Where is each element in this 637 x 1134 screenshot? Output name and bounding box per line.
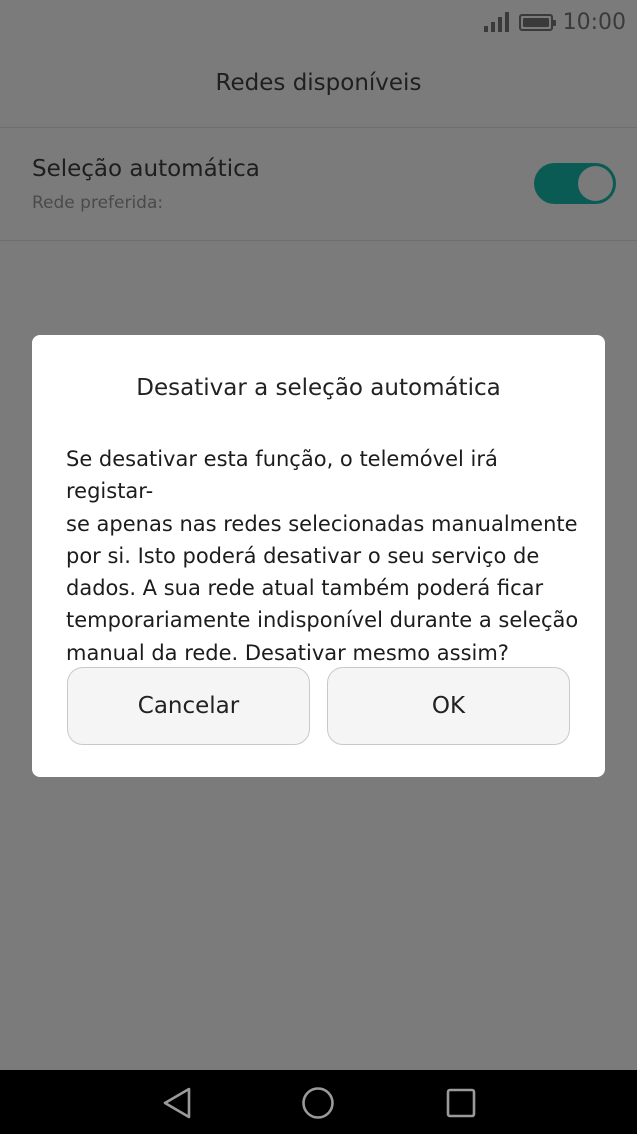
confirm-dialog: Desativar a seleção automática Se desati…: [32, 335, 605, 777]
dialog-message-line: por si. Isto poderá desativar o seu serv…: [66, 543, 540, 568]
page-title: Redes disponíveis: [215, 70, 422, 96]
recent-apps-icon[interactable]: [444, 1086, 478, 1120]
dialog-message-line: manual da rede. Desativar mesmo assim?: [66, 640, 509, 665]
dialog-message: Se desativar esta função, o telemóvel ir…: [66, 443, 581, 669]
status-icons: 10:00: [483, 9, 626, 35]
dialog-message-line: temporariamente indisponível durante a s…: [66, 608, 579, 633]
divider: [0, 240, 637, 241]
divider: [0, 127, 637, 128]
dialog-message-line: dados. A sua rede atual também poderá fi…: [66, 576, 544, 601]
clock: 10:00: [562, 9, 626, 35]
dialog-message-line: se apenas nas redes selecionadas manualm…: [66, 511, 578, 536]
auto-select-toggle[interactable]: [534, 163, 616, 204]
battery-icon: [518, 13, 556, 31]
navigation-bar: [0, 1070, 637, 1134]
cancel-button[interactable]: Cancelar: [67, 667, 310, 745]
signal-icon: [483, 12, 509, 32]
dialog-message-line: Se desativar esta função, o telemóvel ir…: [66, 447, 498, 504]
status-bar: 10:00: [0, 0, 637, 46]
back-icon[interactable]: [160, 1086, 194, 1120]
ok-button[interactable]: OK: [327, 667, 570, 745]
dialog-title: Desativar a seleção automática: [136, 375, 501, 401]
toggle-knob: [578, 166, 613, 201]
home-icon[interactable]: [301, 1086, 335, 1120]
setting-subtitle: Rede preferida:: [32, 193, 164, 213]
setting-title: Seleção automática: [32, 156, 260, 182]
